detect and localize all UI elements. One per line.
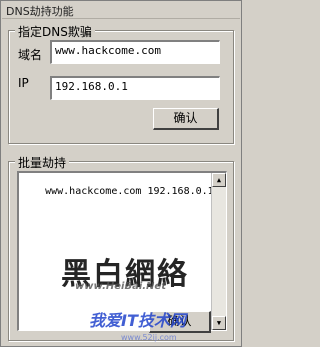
scroll-up-arrow-icon[interactable]: ▲ xyxy=(212,173,226,187)
batch-group-title: 批量劫持 xyxy=(15,154,70,171)
ip-input[interactable]: 192.168.0.1 xyxy=(50,76,220,100)
vertical-scrollbar[interactable]: ▲ ▼ xyxy=(211,173,226,330)
confirm-button[interactable]: 确认 xyxy=(153,108,219,130)
title-bar: DNS劫持功能 xyxy=(2,2,240,19)
scroll-down-arrow-icon[interactable]: ▼ xyxy=(212,316,226,330)
domain-label: 域名 xyxy=(18,48,43,62)
window-title: DNS劫持功能 xyxy=(6,5,74,18)
batch-text-content: www.hackcome.com 192.168.0.1 xyxy=(45,186,214,197)
dns-hijack-window: DNS劫持功能 指定DNS欺骗 域名 www.hackcome.com IP 1… xyxy=(0,0,242,347)
heibai-watermark-url: www.HeiBai.Net xyxy=(75,281,166,292)
domain-input[interactable]: www.hackcome.com xyxy=(50,40,220,64)
site-watermark-text: 我爱IT技术网 xyxy=(89,311,186,330)
site-watermark-url: www.52ij.com xyxy=(121,333,177,342)
specify-group-title: 指定DNS欺骗 xyxy=(15,23,95,40)
ip-label: IP xyxy=(18,76,29,90)
